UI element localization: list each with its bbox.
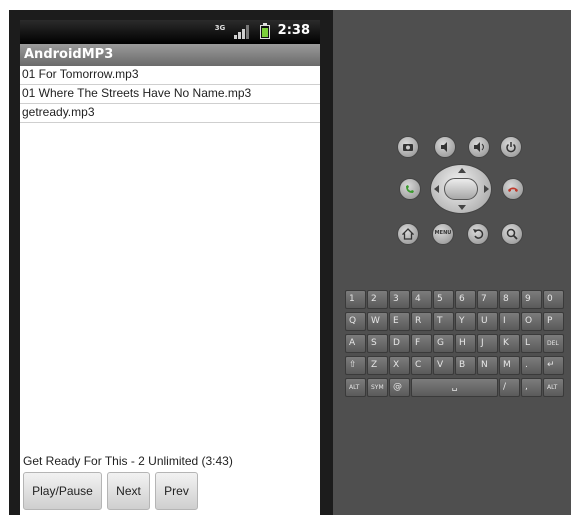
key[interactable]: F xyxy=(411,334,432,353)
key[interactable]: I xyxy=(499,312,520,331)
key[interactable]: Z xyxy=(367,356,388,375)
key[interactable]: C xyxy=(411,356,432,375)
key[interactable]: 8 xyxy=(499,290,520,309)
key[interactable]: N xyxy=(477,356,498,375)
menu-icon[interactable]: MENU xyxy=(432,223,454,245)
volume-up-icon[interactable] xyxy=(468,136,490,158)
menu-label: MENU xyxy=(434,230,452,236)
power-icon[interactable] xyxy=(500,136,522,158)
key[interactable]: T xyxy=(433,312,454,331)
key[interactable]: 4 xyxy=(411,290,432,309)
alt-key[interactable]: ALT xyxy=(543,378,564,397)
status-clock: 2:38 xyxy=(277,23,310,38)
key[interactable]: 0 xyxy=(543,290,564,309)
key[interactable]: 5 xyxy=(433,290,454,309)
key[interactable]: 9 xyxy=(521,290,542,309)
sym-key[interactable]: SYM xyxy=(367,378,388,397)
back-icon[interactable] xyxy=(467,223,489,245)
song-list-item[interactable]: 01 For Tomorrow.mp3 xyxy=(20,66,320,85)
song-list: 01 For Tomorrow.mp3 01 Where The Streets… xyxy=(20,66,320,123)
key[interactable]: 3 xyxy=(389,290,410,309)
key[interactable]: V xyxy=(433,356,454,375)
hardware-keyboard: 1 2 3 4 5 6 7 8 9 0 Q W E R T Y U I O P … xyxy=(345,290,571,402)
phone-screen: 3G 2:38 AndroidMP3 01 For Tomorrow.mp3 0… xyxy=(20,20,320,515)
prev-button[interactable]: Prev xyxy=(155,472,198,510)
delete-key[interactable]: DEL xyxy=(543,334,564,353)
at-key[interactable]: @ xyxy=(389,378,410,397)
status-bar: 3G 2:38 xyxy=(20,20,320,44)
key[interactable]: D xyxy=(389,334,410,353)
call-icon[interactable] xyxy=(399,178,421,200)
song-list-item[interactable]: 01 Where The Streets Have No Name.mp3 xyxy=(20,85,320,104)
shift-key[interactable]: ⇧ xyxy=(345,356,366,375)
dpad-up-icon[interactable] xyxy=(458,168,466,173)
song-list-item[interactable]: getready.mp3 xyxy=(20,104,320,123)
key[interactable]: A xyxy=(345,334,366,353)
end-call-icon[interactable] xyxy=(502,178,524,200)
home-icon[interactable] xyxy=(397,223,419,245)
battery-icon xyxy=(260,23,270,39)
key[interactable]: U xyxy=(477,312,498,331)
key[interactable]: W xyxy=(367,312,388,331)
slash-key[interactable]: / xyxy=(499,378,520,397)
key[interactable]: M xyxy=(499,356,520,375)
enter-key[interactable]: ↵ xyxy=(543,356,564,375)
now-playing-label: Get Ready For This - 2 Unlimited (3:43) xyxy=(23,454,233,468)
key[interactable]: . xyxy=(521,356,542,375)
key[interactable]: B xyxy=(455,356,476,375)
key[interactable]: 7 xyxy=(477,290,498,309)
dpad-left-icon[interactable] xyxy=(434,185,439,193)
key[interactable]: Q xyxy=(345,312,366,331)
network-3g-icon: 3G xyxy=(214,24,226,32)
dpad-down-icon[interactable] xyxy=(458,205,466,210)
next-button[interactable]: Next xyxy=(107,472,150,510)
key[interactable]: 2 xyxy=(367,290,388,309)
signal-strength-icon xyxy=(234,25,250,39)
key[interactable]: S xyxy=(367,334,388,353)
key[interactable]: R xyxy=(411,312,432,331)
alt-key[interactable]: ALT xyxy=(345,378,366,397)
key[interactable]: X xyxy=(389,356,410,375)
key[interactable]: L xyxy=(521,334,542,353)
key[interactable]: G xyxy=(433,334,454,353)
volume-down-icon[interactable] xyxy=(434,136,456,158)
key[interactable]: E xyxy=(389,312,410,331)
search-icon[interactable] xyxy=(501,223,523,245)
comma-key[interactable]: , xyxy=(521,378,542,397)
key[interactable]: J xyxy=(477,334,498,353)
camera-icon[interactable] xyxy=(397,136,419,158)
key[interactable]: 1 xyxy=(345,290,366,309)
key[interactable]: O xyxy=(521,312,542,331)
play-pause-button[interactable]: Play/Pause xyxy=(23,472,102,510)
space-key[interactable]: ␣ xyxy=(411,378,498,397)
dpad-right-icon[interactable] xyxy=(484,185,489,193)
app-title-bar: AndroidMP3 xyxy=(20,44,320,66)
key[interactable]: Y xyxy=(455,312,476,331)
key[interactable]: K xyxy=(499,334,520,353)
key[interactable]: P xyxy=(543,312,564,331)
key[interactable]: H xyxy=(455,334,476,353)
key[interactable]: 6 xyxy=(455,290,476,309)
dpad-center-button[interactable] xyxy=(444,178,478,200)
